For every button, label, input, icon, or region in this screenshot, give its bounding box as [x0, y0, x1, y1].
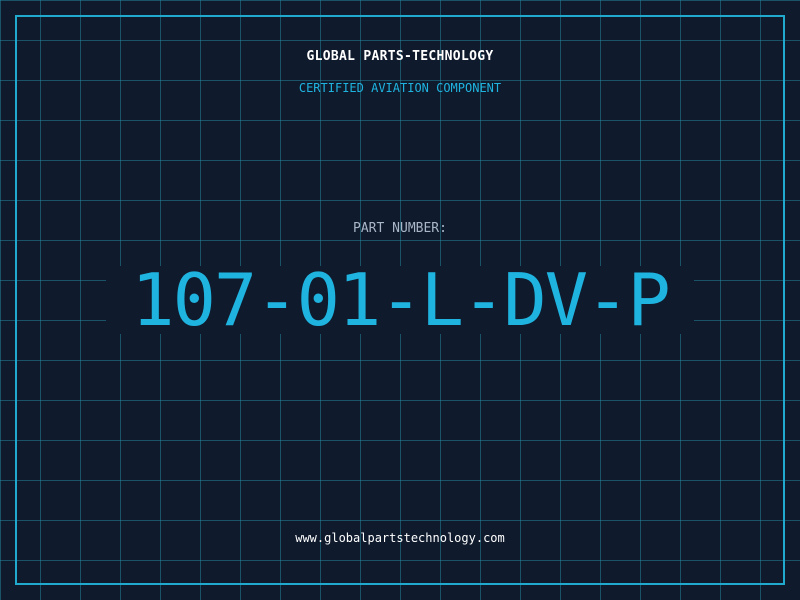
certification-tagline: CERTIFIED AVIATION COMPONENT: [298, 81, 502, 95]
part-label-card: GLOBAL PARTS-TECHNOLOGY CERTIFIED AVIATI…: [0, 0, 800, 600]
company-name: GLOBAL PARTS-TECHNOLOGY: [306, 49, 494, 64]
part-number-label: PART NUMBER:: [353, 221, 447, 236]
website-url: www.globalpartstechnology.com: [295, 531, 505, 545]
part-number-panel: 107-01-L-DV-P: [106, 258, 694, 342]
part-number-value: 107-01-L-DV-P: [131, 258, 671, 342]
